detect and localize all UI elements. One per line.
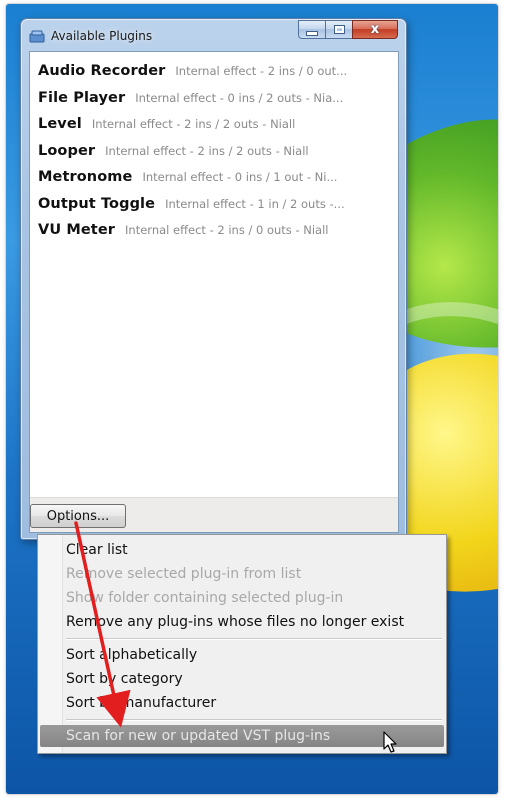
plugin-description: Internal effect - 1 in / 2 outs -... bbox=[165, 196, 345, 211]
plugin-row[interactable]: Output Toggle Internal effect - 1 in / 2 … bbox=[30, 191, 398, 218]
menu-item[interactable]: Show folder containing selected plug-in bbox=[40, 587, 444, 609]
bottom-toolbar: Options... bbox=[30, 497, 398, 532]
menu-item[interactable]: Remove any plug-ins whose files no longe… bbox=[40, 611, 444, 633]
close-icon: x bbox=[370, 22, 380, 37]
available-plugins-window: Available Plugins x Audio Recorder Intern… bbox=[20, 18, 407, 540]
plugin-name: Audio Recorder bbox=[38, 63, 166, 80]
plugin-description: Internal effect - 2 ins / 0 outs - Niall bbox=[125, 223, 329, 238]
plugin-description: Internal effect - 0 ins / 2 outs - Nia..… bbox=[135, 90, 344, 105]
menu-item[interactable]: Clear list bbox=[40, 539, 444, 561]
plugin-name: Looper bbox=[38, 142, 96, 159]
menu-item[interactable]: Sort alphabetically bbox=[40, 644, 444, 666]
plugin-name: VU Meter bbox=[38, 222, 116, 239]
minimize-button[interactable] bbox=[298, 20, 326, 39]
plugin-description: Internal effect - 2 ins / 2 outs - Niall bbox=[105, 143, 309, 158]
caption-buttons: x bbox=[298, 20, 398, 39]
minimize-icon bbox=[306, 30, 318, 36]
screenshot-frame: Available Plugins x Audio Recorder Intern… bbox=[6, 4, 498, 794]
options-menu: Clear list Remove selected plug-in from l… bbox=[37, 534, 447, 754]
window-title: Available Plugins bbox=[51, 29, 153, 43]
plugin-name: File Player bbox=[38, 89, 126, 106]
mouse-cursor-icon bbox=[383, 731, 397, 753]
options-button[interactable]: Options... bbox=[30, 504, 126, 528]
window-client-area: Audio Recorder Internal effect - 2 ins / … bbox=[29, 51, 399, 533]
menu-item[interactable]: Sort by category bbox=[40, 668, 444, 690]
plugin-description: Internal effect - 2 ins / 0 out... bbox=[175, 64, 348, 79]
plugin-list[interactable]: Audio Recorder Internal effect - 2 ins / … bbox=[30, 52, 398, 498]
plugin-row[interactable]: VU Meter Internal effect - 2 ins / 0 outs… bbox=[30, 217, 398, 244]
plugin-row[interactable]: File Player Internal effect - 0 ins / 2 o… bbox=[30, 85, 398, 112]
plugin-description: Internal effect - 2 ins / 2 outs - Niall bbox=[91, 117, 296, 132]
plugin-name: Metronome bbox=[38, 169, 133, 186]
app-icon bbox=[29, 30, 45, 43]
plugin-description: Internal effect - 0 ins / 1 out - Ni... bbox=[142, 170, 338, 185]
maximize-icon bbox=[333, 25, 345, 34]
plugin-name: Level bbox=[38, 116, 82, 133]
menu-separator bbox=[66, 719, 442, 721]
menu-item[interactable]: Remove selected plug-in from list bbox=[40, 563, 444, 585]
plugin-row[interactable]: Looper Internal effect - 2 ins / 2 outs -… bbox=[30, 138, 398, 165]
menu-item[interactable]: Sort by manufacturer bbox=[40, 692, 444, 714]
plugin-row[interactable]: Metronome Internal effect - 0 ins / 1 out… bbox=[30, 164, 398, 191]
maximize-button[interactable] bbox=[325, 20, 353, 39]
menu-separator bbox=[66, 638, 442, 640]
plugin-name: Output Toggle bbox=[38, 195, 156, 212]
plugin-row[interactable]: Audio Recorder Internal effect - 2 ins / … bbox=[30, 58, 398, 85]
plugin-row[interactable]: Level Internal effect - 2 ins / 2 outs - … bbox=[30, 111, 398, 138]
title-bar[interactable]: Available Plugins x bbox=[21, 19, 406, 51]
close-button[interactable]: x bbox=[352, 20, 398, 39]
